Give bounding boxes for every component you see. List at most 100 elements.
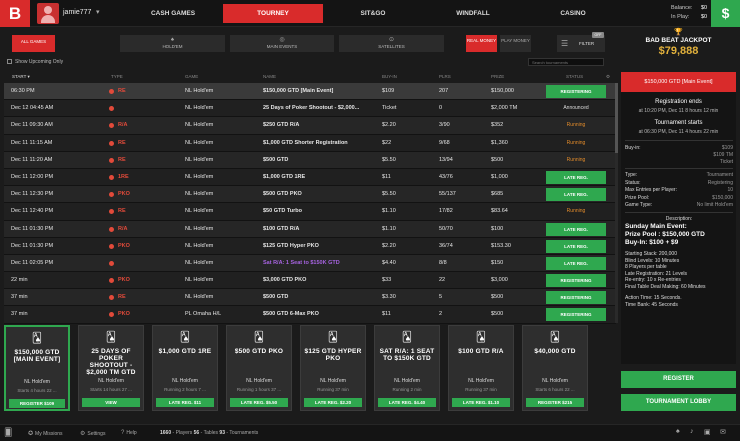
my-missions-link[interactable]: ✪ My Missions <box>28 430 63 437</box>
tournament-card[interactable]: 🂡 $125 GTD HYPER PKO NL Hold'em Running 37 … <box>300 325 366 411</box>
tournament-table: 06:30 PM RE NL Hold'em $150,000 GTD [Main E… <box>4 83 616 324</box>
table-row[interactable]: Dec 11 01:30 PM PKO NL Hold'em $125 GTD Hyp… <box>4 237 616 255</box>
show-upcoming-toggle[interactable]: Show Upcoming Only <box>7 59 63 65</box>
tab-play-money[interactable]: PLAY MONEY <box>500 35 531 52</box>
tournament-card[interactable]: 🂡 $40,000 GTD NL Hold'em Starts 6 hours 22 … <box>522 325 588 411</box>
jackpot-value: $79,888 <box>658 45 699 57</box>
card-button[interactable]: LATE REG. $1.10 <box>452 398 510 407</box>
settings-link[interactable]: ⚙ Settings <box>80 430 105 437</box>
table-row[interactable]: Dec 12 04:45 AM NL Hold'em 25 Days of Poke… <box>4 100 616 118</box>
card-title: $1,000 GTD 1RE <box>158 348 212 355</box>
row-game: NL Hold'em <box>185 156 214 163</box>
search-input[interactable] <box>528 58 604 66</box>
status-badge: Running <box>566 122 586 129</box>
avatar[interactable] <box>37 3 59 24</box>
tab-satellites[interactable]: ⊙ SATELLITES <box>339 35 444 52</box>
row-buyin: $3.30 <box>382 294 396 301</box>
card-button[interactable]: LATE REG. $2.20 <box>304 398 362 407</box>
username[interactable]: jamie777 <box>63 9 91 16</box>
card-button[interactable]: REGISTER $215 <box>526 398 584 407</box>
card-game: NL Hold'em <box>172 378 198 384</box>
spade-icon[interactable]: ♠ <box>676 428 680 435</box>
table-row[interactable]: Dec 11 12:30 PM PKO NL Hold'em $500 GTD PKO… <box>4 186 616 204</box>
table-row[interactable]: 37 min RE NL Hold'em $500 GTD $3.30 5 $500 REGI… <box>4 289 616 307</box>
filter-off-badge[interactable]: OFF <box>592 32 604 38</box>
tournament-card[interactable]: 🂡 $150,000 GTD [MAIN EVENT] NL Hold'em Star… <box>4 325 70 411</box>
status-button[interactable]: LATE REG. <box>546 188 606 202</box>
settings-gear-icon[interactable]: ⚙ <box>606 74 610 80</box>
card-button[interactable]: VIEW <box>82 398 140 407</box>
table-row[interactable]: Dec 11 11:20 AM RE NL Hold'em $500 GTD $5.50… <box>4 151 616 169</box>
tab-real-money[interactable]: REAL MONEY <box>466 35 497 52</box>
nav-sitgo[interactable]: SIT&GO <box>323 4 423 23</box>
row-start: Dec 12 04:45 AM <box>11 105 54 112</box>
status-button[interactable]: LATE REG. <box>546 222 606 236</box>
cashier-button[interactable]: $ <box>711 0 740 27</box>
tournament-lobby-button[interactable]: TOURNAMENT LOBBY <box>621 394 736 411</box>
tab-main-events[interactable]: ◎ MAIN EVENTS <box>230 35 334 52</box>
table-row[interactable]: 22 min PKO NL Hold'em $3,000 GTD PKO $33 22 $3… <box>4 272 616 290</box>
col-start[interactable]: START ▾ <box>12 74 30 80</box>
tourney-icon <box>109 312 114 318</box>
card-button[interactable]: LATE REG. $4.40 <box>378 398 436 407</box>
col-game[interactable]: GAME <box>185 74 198 79</box>
tournament-card[interactable]: 🂡 $1,000 GTD 1RE NL Hold'em Running 2 hours… <box>152 325 218 411</box>
row-buyin: $11 <box>382 311 391 318</box>
table-row[interactable]: Dec 11 02:05 PM NL Hold'em Sat R/A: 1 Seat… <box>4 254 616 273</box>
tournament-card[interactable]: 🂡 SAT R/A: 1 SEAT TO $150K GTD NL Hold'em R… <box>374 325 440 411</box>
tournament-card[interactable]: 🂡 $100 GTD R/A NL Hold'em Running 37 min LAT… <box>448 325 514 411</box>
card-button[interactable]: REGISTER $109 <box>9 399 65 408</box>
col-buyin[interactable]: BUY-IN <box>382 74 397 79</box>
brand-logo[interactable]: B <box>0 0 30 27</box>
table-row[interactable]: Dec 11 12:40 PM RE NL Hold'em $50 GTD Turbo… <box>4 203 616 221</box>
status-button[interactable]: REGISTERING <box>546 274 606 288</box>
chevron-down-icon[interactable]: ▾ <box>96 8 100 16</box>
tab-all-games[interactable]: ALL GAMES <box>12 35 55 52</box>
col-type[interactable]: TYPE <box>111 74 123 79</box>
divider <box>625 140 733 141</box>
tab-holdem[interactable]: ♠ HOLD'EM <box>120 35 225 52</box>
row-name: $150,000 GTD [Main Event] <box>263 88 334 94</box>
status-button[interactable]: LATE REG. <box>546 256 606 270</box>
help-link[interactable]: ? Help <box>121 430 137 436</box>
card-button[interactable]: LATE REG. $11 <box>156 398 214 407</box>
col-plrs[interactable]: PLRS <box>439 74 451 79</box>
table-scrollbar[interactable] <box>615 83 618 323</box>
tstarts-value: at 06:30 PM, Dec 11 4 hours 22 min <box>638 129 719 135</box>
tournament-card[interactable]: 🂡 $500 GTD PKO NL Hold'em Running 1 hours 3… <box>226 325 292 411</box>
card-title: $100 GTD R/A <box>458 348 504 355</box>
nav-tourney[interactable]: TOURNEY <box>223 4 323 23</box>
register-button[interactable]: REGISTER <box>621 371 736 388</box>
satellite-icon: ⊙ <box>388 37 395 43</box>
nav-windfall[interactable]: WINDFALL <box>423 4 523 23</box>
nav-casino[interactable]: CASINO <box>523 4 623 23</box>
sliders-icon: ☰ <box>561 39 569 48</box>
checkbox[interactable] <box>7 59 12 64</box>
col-prize[interactable]: PRIZE <box>491 74 504 79</box>
desc-headline: Sunday Main Event: <box>625 223 687 230</box>
status-button[interactable]: LATE REG. <box>546 239 606 253</box>
status-button[interactable]: REGISTERING <box>546 291 606 305</box>
row-type: RE <box>118 294 126 301</box>
status-button[interactable]: LATE REG. <box>546 170 606 184</box>
col-name[interactable]: NAME <box>263 74 276 79</box>
row-buyin: $2.20 <box>382 122 396 129</box>
status-button[interactable]: REGISTERING <box>546 85 606 98</box>
info-value: Tournament <box>706 172 733 178</box>
table-row[interactable]: 06:30 PM RE NL Hold'em $150,000 GTD [Main E… <box>4 83 616 101</box>
status-button[interactable]: REGISTERING <box>546 308 606 322</box>
table-row[interactable]: Dec 11 11:15 AM RE NL Hold'em $1,000 GTD Sh… <box>4 134 616 152</box>
nav-cash-games[interactable]: CASH GAMES <box>123 4 223 23</box>
table-row[interactable]: Dec 11 12:00 PM 1RE NL Hold'em $1,000 GTD 1… <box>4 168 616 187</box>
tables-icon[interactable]: ▣ <box>704 428 711 436</box>
row-game: NL Hold'em <box>185 225 214 232</box>
row-buyin: $22 <box>382 139 392 146</box>
bell-icon[interactable]: ♪ <box>690 428 694 435</box>
table-row[interactable]: Dec 11 09:30 AM R/A NL Hold'em $250 GTD R/A… <box>4 117 616 135</box>
tournament-card[interactable]: 🂡 25 DAYS OF POKER SHOOTOUT - $2,000 TM G… <box>78 325 144 411</box>
col-status[interactable]: STATUS <box>566 74 583 79</box>
chat-icon[interactable]: ✉ <box>720 428 726 436</box>
card-button[interactable]: LATE REG. $5.50 <box>230 398 288 407</box>
table-row[interactable]: 37 min PKO PL Omaha H/L $500 GTD 6-Max PKO $… <box>4 306 616 324</box>
table-row[interactable]: Dec 11 01:30 PM R/A NL Hold'em $100 GTD R/A… <box>4 220 616 238</box>
